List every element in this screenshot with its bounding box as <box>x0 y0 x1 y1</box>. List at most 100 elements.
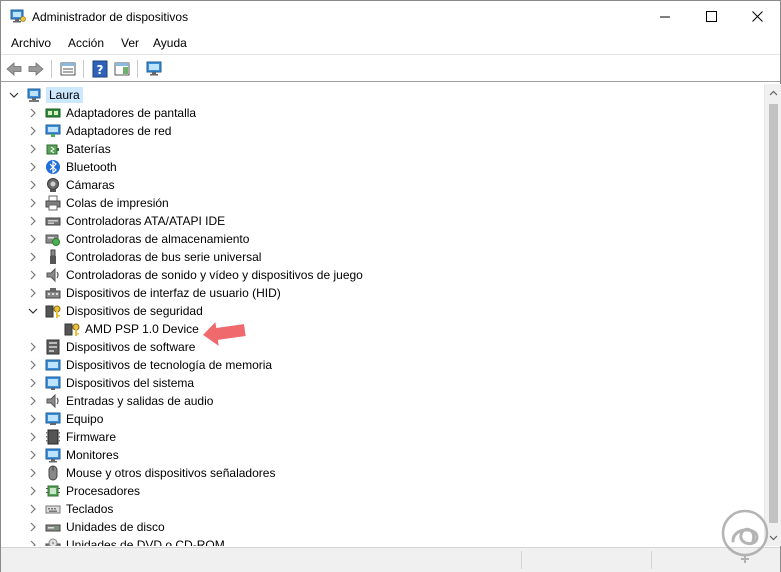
chevron-right-icon[interactable] <box>28 432 38 442</box>
ide-controller-icon <box>45 217 61 226</box>
vertical-scrollbar[interactable] <box>764 84 781 546</box>
back-arrow-icon[interactable] <box>5 60 23 78</box>
tree-item-row[interactable]: Unidades de DVD o CD-ROM <box>2 536 762 546</box>
computer-icon <box>45 412 61 425</box>
chevron-right-icon[interactable] <box>28 198 38 208</box>
tree-item-row[interactable]: Adaptadores de red <box>2 122 762 140</box>
menu-ayuda[interactable]: Ayuda <box>153 36 187 50</box>
chevron-right-icon[interactable] <box>28 378 38 388</box>
tree-item-label[interactable]: Dispositivos del sistema <box>66 376 194 390</box>
tree-item-label[interactable]: Firmware <box>66 430 116 444</box>
tree-item-label[interactable]: Controladoras de sonido y vídeo y dispos… <box>66 268 363 282</box>
scroll-up-button[interactable] <box>765 84 781 101</box>
tree-item-label[interactable]: Dispositivos de tecnología de memoria <box>66 358 272 372</box>
chevron-right-icon[interactable] <box>28 540 38 546</box>
tree-item-row[interactable]: Dispositivos de interfaz de usuario (HID… <box>2 284 762 302</box>
tree-item-label[interactable]: Adaptadores de red <box>66 124 171 138</box>
chevron-down-icon[interactable] <box>28 306 38 316</box>
tree-item-label[interactable]: Controladoras ATA/ATAPI IDE <box>66 214 225 228</box>
tree-item-row[interactable]: Monitores <box>2 446 762 464</box>
tree-item-row[interactable]: Colas de impresión <box>2 194 762 212</box>
tree-item-row[interactable]: Teclados <box>2 500 762 518</box>
tree-item-label[interactable]: Teclados <box>66 502 113 516</box>
chevron-right-icon[interactable] <box>28 216 38 226</box>
tree-item-row[interactable]: Controladoras de sonido y vídeo y dispos… <box>2 266 762 284</box>
toolbar-separator <box>137 60 138 78</box>
tree-item-label[interactable]: Dispositivos de interfaz de usuario (HID… <box>66 286 281 300</box>
chevron-right-icon[interactable] <box>28 108 38 118</box>
tree-item-row[interactable]: Controladoras de bus serie universal <box>2 248 762 266</box>
tree-item-row[interactable]: Dispositivos del sistema <box>2 374 762 392</box>
tree-item-label[interactable]: Dispositivos de software <box>66 340 195 354</box>
tree-root-row[interactable]: Laura <box>2 86 762 104</box>
tree-item-label[interactable]: Monitores <box>66 448 119 462</box>
chevron-right-icon[interactable] <box>28 288 38 298</box>
tree-item-label[interactable]: Baterías <box>66 142 111 156</box>
tree-item-label[interactable]: Procesadores <box>66 484 140 498</box>
tree-item-row[interactable]: Baterías <box>2 140 762 158</box>
tree-item-label[interactable]: Dispositivos de seguridad <box>66 304 203 318</box>
tree-root-label[interactable]: Laura <box>46 87 83 103</box>
tree-item-row[interactable]: Cámaras <box>2 176 762 194</box>
title-bar[interactable]: Administrador de dispositivos <box>1 1 780 32</box>
action-pane-icon[interactable] <box>113 60 131 78</box>
tree-item-row[interactable]: Controladoras ATA/ATAPI IDE <box>2 212 762 230</box>
tree-item-label[interactable]: Bluetooth <box>66 160 117 174</box>
tree-item-row[interactable]: Controladoras de almacenamiento <box>2 230 762 248</box>
chevron-right-icon[interactable] <box>28 396 38 406</box>
chevron-right-icon[interactable] <box>28 180 38 190</box>
chevron-right-icon[interactable] <box>28 342 38 352</box>
forward-arrow-icon[interactable] <box>27 60 45 78</box>
scroll-thumb[interactable] <box>769 104 778 523</box>
tree-child-label[interactable]: AMD PSP 1.0 Device <box>85 322 199 336</box>
maximize-button[interactable] <box>688 1 734 32</box>
chevron-right-icon[interactable] <box>28 450 38 460</box>
tree-item-label[interactable]: Controladoras de bus serie universal <box>66 250 261 264</box>
chevron-right-icon[interactable] <box>28 126 38 136</box>
tree-item-row[interactable]: Procesadores <box>2 482 762 500</box>
chevron-right-icon[interactable] <box>28 162 38 172</box>
tree-item-label[interactable]: Mouse y otros dispositivos señaladores <box>66 466 275 480</box>
properties-grid-icon[interactable] <box>59 60 77 78</box>
chevron-right-icon[interactable] <box>28 468 38 478</box>
tree-item-row[interactable]: Mouse y otros dispositivos señaladores <box>2 464 762 482</box>
tree-item-row[interactable]: Entradas y salidas de audio <box>2 392 762 410</box>
tree-item-row[interactable]: Equipo <box>2 410 762 428</box>
tree-item-row[interactable]: Adaptadores de pantalla <box>2 104 762 122</box>
tree-item-label[interactable]: Controladoras de almacenamiento <box>66 232 249 246</box>
chevron-right-icon[interactable] <box>28 270 38 280</box>
chevron-down-icon[interactable] <box>9 90 19 100</box>
display-adapter-icon <box>45 108 61 118</box>
tree-item-row[interactable]: Firmware <box>2 428 762 446</box>
chevron-right-icon[interactable] <box>28 504 38 514</box>
tree-item-label[interactable]: Unidades de disco <box>66 520 165 534</box>
tree-item-row[interactable]: Dispositivos de tecnología de memoria <box>2 356 762 374</box>
scan-hardware-icon[interactable] <box>145 60 163 78</box>
chevron-right-icon[interactable] <box>28 414 38 424</box>
tree-item-row[interactable]: Dispositivos de seguridad <box>2 302 762 320</box>
minimize-button[interactable] <box>642 1 688 32</box>
tree-item-row[interactable]: Unidades de disco <box>2 518 762 536</box>
tree-item-row[interactable]: Bluetooth <box>2 158 762 176</box>
chevron-right-icon[interactable] <box>28 486 38 496</box>
chevron-right-icon[interactable] <box>28 144 38 154</box>
chevron-right-icon[interactable] <box>28 252 38 262</box>
chevron-right-icon[interactable] <box>28 234 38 244</box>
tree-item-label[interactable]: Unidades de DVD o CD-ROM <box>66 538 225 546</box>
device-tree[interactable]: Laura Adaptadores de pantalla Adaptadores… <box>2 84 764 546</box>
menu-archivo[interactable]: Archivo <box>11 36 51 50</box>
chevron-right-icon[interactable] <box>28 522 38 532</box>
tree-item-label[interactable]: Cámaras <box>66 178 115 192</box>
chevron-right-icon[interactable] <box>28 360 38 370</box>
tree-child-row[interactable]: AMD PSP 1.0 Device <box>2 320 762 338</box>
tree-item-label[interactable]: Equipo <box>66 412 103 426</box>
menu-accion[interactable]: Acción <box>68 36 104 50</box>
help-icon[interactable]: ? <box>91 60 109 78</box>
storage-controller-icon <box>45 234 60 246</box>
tree-item-row[interactable]: Dispositivos de software <box>2 338 762 356</box>
close-button[interactable] <box>734 1 780 32</box>
tree-item-label[interactable]: Entradas y salidas de audio <box>66 394 213 408</box>
tree-item-label[interactable]: Adaptadores de pantalla <box>66 106 196 120</box>
menu-ver[interactable]: Ver <box>121 36 139 50</box>
tree-item-label[interactable]: Colas de impresión <box>66 196 169 210</box>
